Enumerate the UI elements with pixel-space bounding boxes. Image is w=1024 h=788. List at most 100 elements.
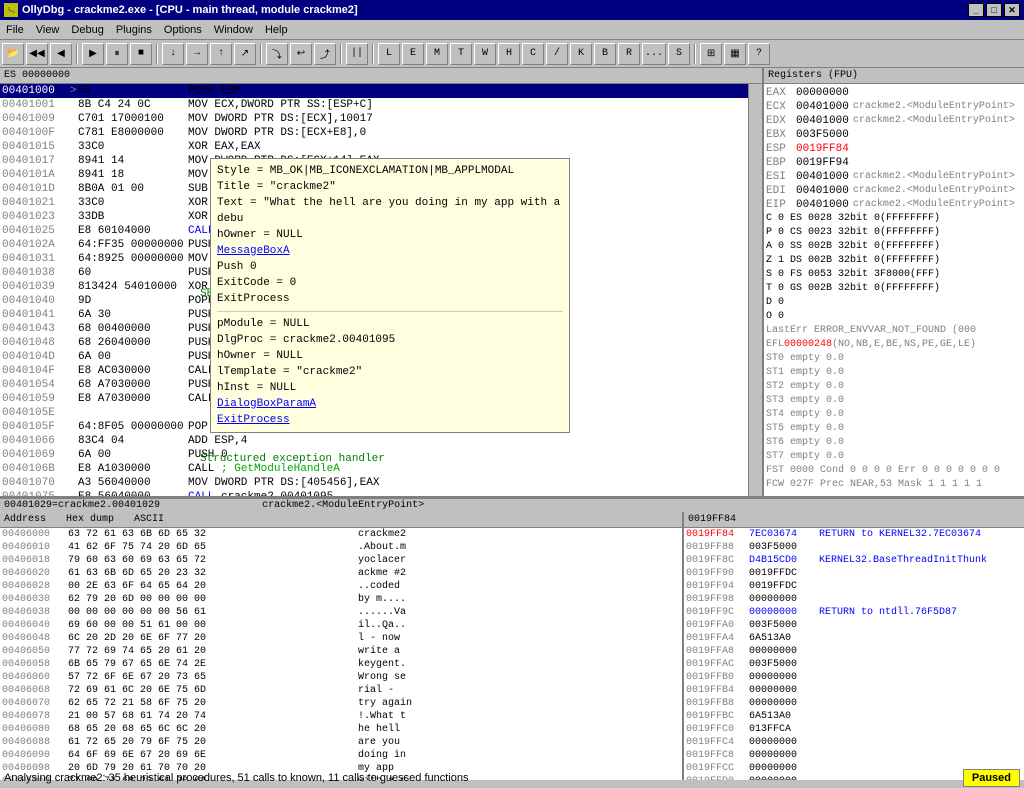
stack-val: 00000000	[749, 645, 819, 658]
hex-addr: 00406088	[0, 736, 68, 749]
tb-stop[interactable]: ■	[130, 43, 152, 65]
tb-C[interactable]: C	[522, 43, 544, 65]
tb-prev[interactable]: ◀◀	[26, 43, 48, 65]
disasm-bytes: E8 AC030000	[78, 364, 188, 378]
tb-trace[interactable]: ⤵	[266, 43, 288, 65]
close-button[interactable]: ✕	[1004, 3, 1020, 17]
stack-addr: 0019FFAC	[684, 658, 749, 671]
tb-open[interactable]: 📂	[2, 43, 24, 65]
stack-content[interactable]: 0019FF847EC03674RETURN to KERNEL32.7EC03…	[684, 528, 1024, 780]
disasm-row[interactable]: 00401075 E8 56040000CALL crackme2.004010…	[0, 490, 748, 496]
tb-E[interactable]: E	[402, 43, 424, 65]
disasm-bytes: 8941 14	[78, 154, 188, 168]
disasm-row[interactable]: 00401015 33C0XOR EAX,EAX	[0, 140, 748, 154]
tb-W[interactable]: W	[474, 43, 496, 65]
tb-pause[interactable]: ⏸	[106, 43, 128, 65]
minimize-button[interactable]: _	[968, 3, 984, 17]
stack-val: 00000000	[749, 684, 819, 697]
disasm-dot	[70, 238, 78, 252]
disasm-row[interactable]: 00401066 83C4 04ADD ESP,4	[0, 434, 748, 448]
disasm-scrollbar[interactable]	[748, 84, 762, 496]
fpu-row: ST0 empty 0.0	[766, 352, 1022, 366]
hex-bytes: 62 79 20 6D 00 00 00 00	[68, 593, 358, 606]
flag-row: S 0 FS 0053 32bit 3F8000(FFF)	[766, 268, 1022, 282]
stack-val: 003F5000	[749, 619, 819, 632]
maximize-button[interactable]: □	[986, 3, 1002, 17]
tb-H[interactable]: H	[498, 43, 520, 65]
menu-plugins[interactable]: Plugins	[110, 22, 158, 38]
tb-run[interactable]: ▶	[82, 43, 104, 65]
disasm-row[interactable]: 00401009 C701 17000100MOV DWORD PTR DS:[…	[0, 112, 748, 126]
tb-undo-trace[interactable]: ↩	[290, 43, 312, 65]
disasm-bytes: 33DB	[78, 210, 188, 224]
disasm-addr: 0040101A	[0, 168, 70, 182]
flag-row: D 0	[766, 296, 1022, 310]
tb-help[interactable]: ?	[748, 43, 770, 65]
disasm-row[interactable]: 00401001 8B C4 24 0CMOV ECX,DWORD PTR SS…	[0, 98, 748, 112]
tb-back[interactable]: ◀	[50, 43, 72, 65]
disasm-bytes: 68 00400000	[78, 322, 188, 336]
menu-window[interactable]: Window	[208, 22, 259, 38]
tb-animate[interactable]: ↗	[234, 43, 256, 65]
tb-M[interactable]: M	[426, 43, 448, 65]
hex-ascii: yoclacer	[358, 554, 406, 567]
tb-K[interactable]: K	[570, 43, 592, 65]
tb-R[interactable]: R	[618, 43, 640, 65]
stack-addr: 0019FF84	[684, 528, 749, 541]
flag-row: T 0 GS 002B 32bit 0(FFFFFFFF)	[766, 282, 1022, 296]
tb-L[interactable]: L	[378, 43, 400, 65]
disasm-row[interactable]: 0040100F C781 E8000000MOV DWORD PTR DS:[…	[0, 126, 748, 140]
menu-help[interactable]: Help	[259, 22, 294, 38]
menu-view[interactable]: View	[30, 22, 66, 38]
menu-options[interactable]: Options	[158, 22, 208, 38]
menu-file[interactable]: File	[0, 22, 30, 38]
hex-ascii: he hell	[358, 723, 400, 736]
hex-ascii: write a	[358, 645, 400, 658]
tb-step-over[interactable]: →	[186, 43, 208, 65]
hex-ascii: try again	[358, 697, 412, 710]
disasm-row[interactable]: 00401070 A3 56040000MOV DWORD PTR DS:[40…	[0, 476, 748, 490]
stack-comment: RETURN to ntdll.76F5D87	[819, 606, 957, 619]
tb-T[interactable]: T	[450, 43, 472, 65]
hex-row: 0040606057 72 6F 6E 67 20 73 65Wrong se	[0, 671, 682, 684]
hex-ascii: il..Qa..	[358, 619, 406, 632]
tb-dots[interactable]: ...	[642, 43, 666, 65]
disasm-row[interactable]: 00401000>55PUSH EBP	[0, 84, 748, 98]
disasm-dot	[70, 140, 78, 154]
disasm-op: PUSH EBP	[188, 84, 748, 98]
hex-ascii: ackme #2	[358, 567, 406, 580]
stack-val: 6A513A0	[749, 632, 819, 645]
tb-redo-trace[interactable]: ⤴	[314, 43, 336, 65]
tb-bp[interactable]: ||	[346, 43, 368, 65]
reg-row: EIP00401000 crackme2.<ModuleEntryPoint>	[766, 198, 1022, 212]
disasm-tooltip: Style = MB_OK|MB_ICONEXCLAMATION|MB_APPL…	[210, 158, 570, 433]
flag-row: A 0 SS 002B 32bit 0(FFFFFFFF)	[766, 240, 1022, 254]
tb-step-out[interactable]: ↑	[210, 43, 232, 65]
hex-ascii: by m....	[358, 593, 406, 606]
sep4	[340, 44, 342, 64]
window-controls[interactable]: _ □ ✕	[968, 3, 1020, 17]
hex-addr: 00406048	[0, 632, 68, 645]
tb-B[interactable]: B	[594, 43, 616, 65]
menu-debug[interactable]: Debug	[65, 22, 109, 38]
tb-slash[interactable]: /	[546, 43, 568, 65]
disasm-addr: 0040105E	[0, 406, 70, 420]
fpu-row: ST5 empty 0.0	[766, 422, 1022, 436]
disasm-addr: 00401040	[0, 294, 70, 308]
tb-S[interactable]: S	[668, 43, 690, 65]
stack-row: 0019FF900019FFDC	[684, 567, 1024, 580]
disasm-addr: 00401043	[0, 322, 70, 336]
disasm-dot	[70, 294, 78, 308]
disasm-bytes: 68 A7030000	[78, 378, 188, 392]
hex-content[interactable]: 0040600063 72 61 63 6B 6D 65 32crackme20…	[0, 528, 682, 780]
tb-grid1[interactable]: ⊞	[700, 43, 722, 65]
hex-ascii: doing in	[358, 749, 406, 762]
hex-row: 0040602800 2E 63 6F 64 65 64 20..coded	[0, 580, 682, 593]
tb-grid2[interactable]: ▦	[724, 43, 746, 65]
entry-point-label: crackme2.<ModuleEntryPoint>	[262, 500, 424, 511]
disasm-bytes: A3 56040000	[78, 476, 188, 490]
reg-value: 00401000	[796, 170, 849, 184]
tb-step-into[interactable]: ↓	[162, 43, 184, 65]
hex-addr: 00406000	[0, 528, 68, 541]
hex-row: 0040607821 00 57 68 61 74 20 74!.What t	[0, 710, 682, 723]
